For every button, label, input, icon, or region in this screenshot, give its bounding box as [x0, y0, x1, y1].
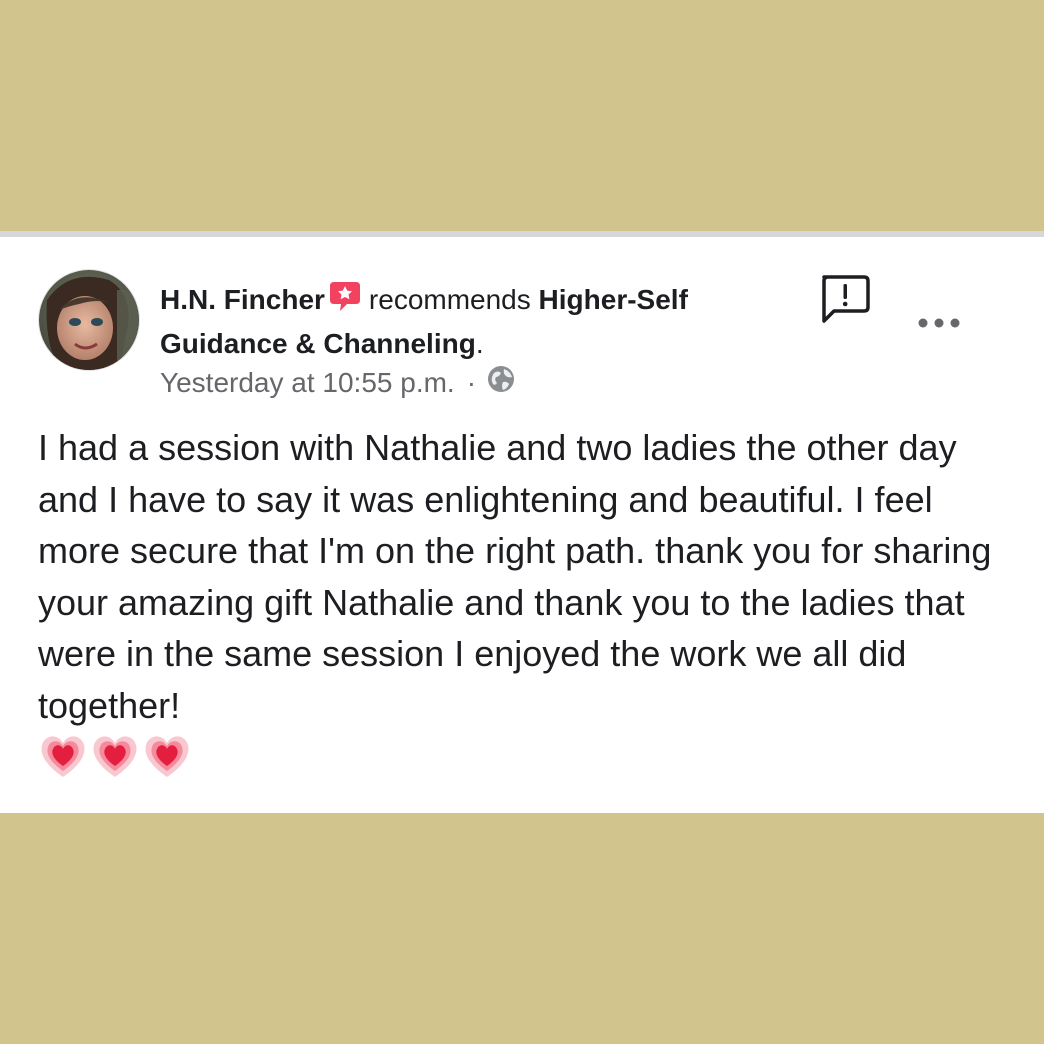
page-frame: H.N. Fincher recommends Higher-Self Guid… [0, 0, 1044, 1044]
more-options-icon [918, 318, 960, 328]
report-button[interactable] [818, 273, 872, 327]
avatar[interactable] [38, 269, 140, 371]
recommends-verb: recommends [368, 284, 531, 315]
post-card: H.N. Fincher recommends Higher-Self Guid… [0, 231, 1044, 813]
post-header: H.N. Fincher recommends Higher-Self Guid… [160, 279, 800, 364]
emoji-row [38, 731, 192, 786]
recommend-star-icon [329, 280, 361, 323]
globe-icon [486, 364, 516, 401]
more-options-button[interactable] [912, 311, 966, 335]
author-name[interactable]: H.N. Fincher [160, 284, 325, 315]
post-meta: Yesterday at 10:55 p.m. · [160, 364, 516, 401]
heart-icon [90, 731, 140, 786]
heart-icon [142, 731, 192, 786]
page-name-suffix: . [475, 328, 484, 359]
timestamp[interactable]: Yesterday at 10:55 p.m. [160, 367, 455, 399]
avatar-image [39, 270, 139, 370]
post-body-text: I had a session with Nathalie and two la… [38, 427, 992, 726]
meta-separator: · [466, 366, 477, 398]
report-bubble-icon [822, 275, 870, 323]
heart-icon [38, 731, 88, 786]
